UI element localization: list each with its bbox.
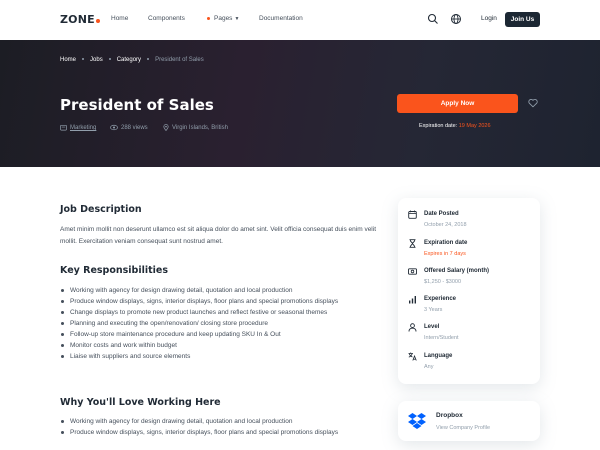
translate-icon [408,352,417,361]
nav-pages[interactable]: Pages ▼ [207,15,239,22]
hero-banner: Home Jobs Category President of Sales Presi… [0,40,600,167]
active-dot [207,16,210,20]
bar-chart-icon [409,296,416,304]
user-icon [408,323,417,332]
list-item: Monitor costs and work within budget [60,340,380,351]
heart-icon[interactable] [528,98,538,108]
list-item: Planning and executing the open/renovati… [60,318,380,329]
info-label: Date Posted [424,211,459,217]
nav-components[interactable]: Components [148,15,185,22]
info-value: October 24, 2018 [424,222,467,228]
why-love-heading: Why You'll Love Working Here [60,397,221,408]
breadcrumb-current: President of Sales [155,57,204,63]
info-label: Language [424,353,453,359]
job-overview-card: Date Posted October 24, 2018 Expiration … [398,198,540,384]
money-icon [408,268,417,275]
job-category-label: Marketing [70,125,97,132]
list-item: Liaise with suppliers and source element… [60,351,380,362]
love-list: Working with agency for design drawing d… [60,416,380,438]
job-views: 288 views [110,124,148,131]
info-label: Offered Salary (month) [424,268,490,274]
list-item: Working with agency for design drawing d… [60,285,380,296]
info-label: Experience [424,296,457,302]
breadcrumb-separator [147,58,150,61]
info-value: 3 Years [424,307,443,313]
hourglass-icon [409,239,416,248]
view-company-profile-link[interactable]: View Company Profile [436,425,490,431]
job-views-label: 288 views [121,125,148,132]
globe-icon[interactable] [450,13,462,25]
search-icon[interactable] [427,13,439,25]
eye-icon [110,124,118,131]
breadcrumb-separator [108,58,111,61]
breadcrumb-home[interactable]: Home [60,57,76,63]
info-value: Any [424,364,434,370]
company-name: Dropbox [436,412,463,419]
breadcrumb-category[interactable]: Category [117,57,141,63]
join-us-button[interactable]: Join Us [505,12,540,27]
key-responsibilities-heading: Key Responsibilities [60,265,169,276]
info-value: Expires in 7 days [424,251,466,257]
nav-documentation[interactable]: Documentation [259,15,303,22]
breadcrumb: Home Jobs Category President of Sales [60,57,204,63]
job-location-label: Virgin Islands, British [172,125,228,132]
breadcrumb-separator [82,58,85,61]
login-link[interactable]: Login [481,15,497,22]
expiration-date: Expiration date: 19 May 2026 [419,123,491,129]
job-description-text: Amet minim mollit non deserunt ullamco e… [60,226,377,245]
responsibilities-list: Working with agency for design drawing d… [60,285,380,362]
list-item: Change displays to promote new product l… [60,307,380,318]
list-item: Produce window displays, signs, interior… [60,427,380,438]
category-icon [60,124,67,131]
chevron-down-icon: ▼ [234,16,240,22]
job-category[interactable]: Marketing [60,124,96,131]
breadcrumb-jobs[interactable]: Jobs [90,57,103,63]
job-location: Virgin Islands, British [163,124,228,132]
logo[interactable]: ZONE [60,13,100,26]
company-card[interactable]: Dropbox View Company Profile [398,401,540,441]
nav-pages-label: Pages [214,15,233,22]
site-header: ZONE Home Components Pages ▼ Documentatio… [0,0,600,40]
location-pin-icon [163,124,169,132]
list-item: Follow-up store maintenance procedure an… [60,329,380,340]
expiration-label: Expiration date: [419,123,458,129]
logo-dot [95,19,100,23]
info-value: $1,250 - $3000 [424,279,462,285]
list-item: Produce window displays, signs, interior… [60,296,380,307]
apply-now-button[interactable]: Apply Now [397,94,518,113]
info-label: Level [424,324,440,330]
dropbox-logo-icon [408,413,426,429]
job-description-heading: Job Description [60,204,142,215]
info-value: Intern/Student [424,335,459,341]
list-item: Working with agency for design drawing d… [60,416,380,427]
info-label: Expiration date [424,240,468,246]
page-title: President of Sales [60,96,214,114]
nav-home[interactable]: Home [111,15,128,22]
calendar-icon [408,210,417,219]
expiration-value: 19 May 2026 [458,123,491,129]
